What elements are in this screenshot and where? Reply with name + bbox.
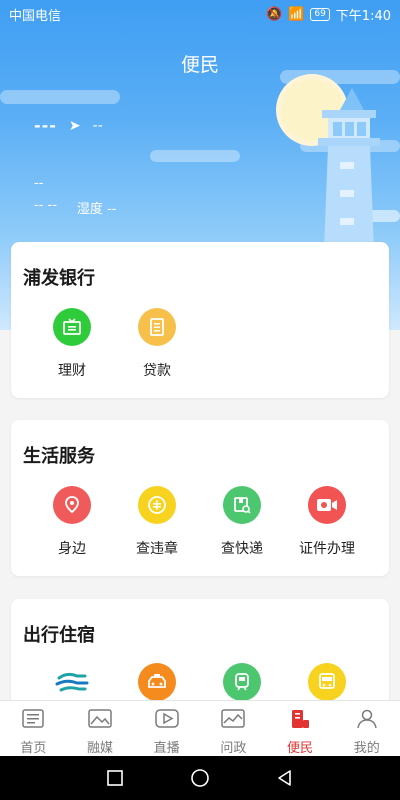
tab-home[interactable]: 首页 — [0, 701, 67, 756]
wifi-icon: 📶 — [288, 6, 305, 22]
service-item-nearby[interactable]: 身边 — [30, 486, 114, 558]
weather-condition: -- — [34, 176, 44, 191]
taxi-icon — [138, 663, 176, 701]
section-card-spdb: 浦发银行 理财 贷款 — [11, 242, 389, 398]
location-arrow-icon[interactable]: ➤ — [69, 118, 81, 134]
tab-media[interactable]: 融媒 — [67, 701, 134, 756]
cloud-decoration — [0, 90, 120, 104]
violation-icon — [138, 486, 176, 524]
tv-icon — [53, 308, 91, 346]
recents-icon[interactable] — [106, 769, 124, 787]
service-item-taxi[interactable] — [115, 663, 199, 701]
system-navigation-bar — [0, 756, 400, 800]
service-item-bus[interactable] — [285, 663, 369, 701]
humidity-value: -- — [107, 202, 117, 217]
weather-details: -- -- 湿度 -- — [34, 198, 116, 217]
service-label: 查快递 — [221, 541, 263, 557]
cloud-decoration — [150, 150, 240, 162]
section-title: 生活服务 — [23, 446, 95, 467]
service-label: 查违章 — [136, 541, 178, 557]
wave-logo-icon — [53, 663, 91, 701]
tab-label: 便民 — [287, 741, 314, 756]
tab-label: 直播 — [153, 741, 180, 756]
temp-range: -- -- — [34, 198, 57, 213]
tab-label: 融媒 — [87, 741, 114, 756]
mute-icon: 🔕 — [265, 6, 283, 22]
service-label: 身边 — [58, 541, 86, 557]
play-icon — [154, 709, 179, 728]
tab-convenience[interactable]: 便民 — [267, 701, 334, 756]
service-label: 证件办理 — [299, 541, 355, 557]
document-icon — [138, 308, 176, 346]
tab-label: 问政 — [220, 741, 247, 756]
package-search-icon — [223, 486, 261, 524]
train-icon — [223, 663, 261, 701]
service-label: 贷款 — [143, 363, 171, 379]
tab-inquiry[interactable]: 问政 — [200, 701, 267, 756]
temperature: --- — [34, 116, 57, 135]
news-icon — [22, 709, 45, 728]
service-item-licai[interactable]: 理财 — [30, 308, 114, 380]
humidity: 湿度 -- — [77, 198, 117, 217]
tab-mine[interactable]: 我的 — [333, 701, 400, 756]
convenience-icon — [292, 710, 310, 728]
location-name[interactable]: -- — [93, 118, 103, 134]
page-title: 便民 — [180, 54, 219, 76]
person-icon — [356, 709, 377, 729]
lighthouse-illustration — [276, 74, 400, 250]
home-icon[interactable] — [190, 768, 210, 788]
video-camera-icon — [308, 486, 346, 524]
tab-label: 我的 — [353, 741, 380, 756]
service-item-daikuan[interactable]: 贷款 — [115, 308, 199, 380]
carrier-name: 中国电信 — [9, 8, 62, 24]
service-item-train[interactable] — [200, 663, 284, 701]
tab-label: 首页 — [20, 741, 47, 756]
service-item-violation[interactable]: 查违章 — [115, 486, 199, 558]
service-item-certificate[interactable]: 证件办理 — [285, 486, 369, 558]
section-title: 出行住宿 — [23, 625, 95, 646]
status-bar: 中国电信 🔕 📶 69 下午1:40 — [0, 0, 400, 28]
humidity-label: 湿度 — [76, 202, 103, 217]
battery-icon: 69 — [310, 7, 330, 21]
tab-live[interactable]: 直播 — [133, 701, 200, 756]
service-item-express[interactable]: 查快递 — [200, 486, 284, 558]
back-icon[interactable] — [276, 769, 294, 787]
service-item-travel-1[interactable] — [30, 663, 114, 701]
service-label: 理财 — [58, 363, 86, 379]
chart-image-icon — [221, 709, 246, 728]
weather-summary: --- ➤ -- — [34, 116, 103, 135]
section-card-life-services: 生活服务 身边 查违章 查快递 证件办理 — [11, 420, 389, 576]
image-icon — [88, 709, 112, 728]
bus-icon — [308, 663, 346, 701]
bottom-tab-bar: 首页 融媒 直播 问政 便民 我的 — [0, 700, 400, 756]
status-time: 下午1:40 — [335, 8, 391, 24]
section-title: 浦发银行 — [23, 268, 95, 289]
location-pin-icon — [53, 486, 91, 524]
